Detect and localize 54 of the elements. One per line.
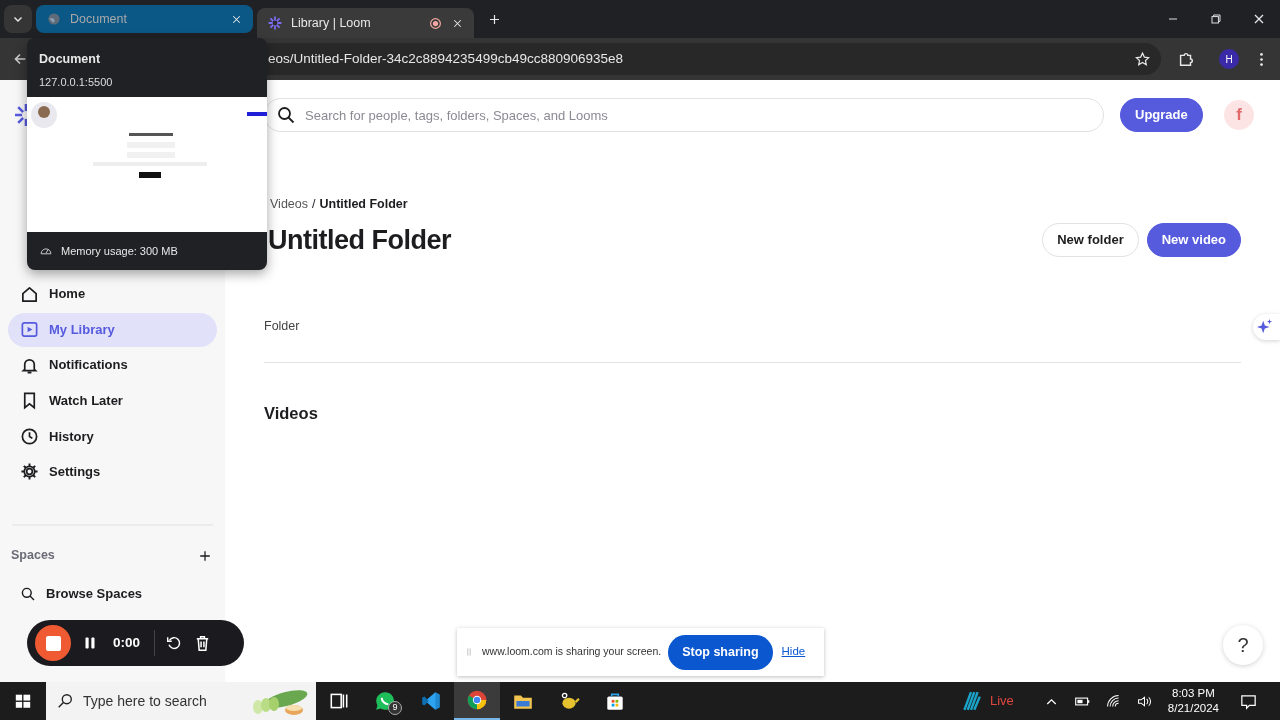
search-icon [56,692,74,710]
sidebar-item[interactable]: Watch Later [8,383,217,418]
browser-tab[interactable]: Library | Loom [257,8,474,38]
sidebar-item[interactable]: Notifications [8,348,217,383]
ai-assistant-button[interactable] [1253,314,1280,340]
search-icon [276,105,296,125]
hide-link[interactable]: Hide [781,643,806,661]
address-text[interactable]: eos/Untitled-Folder-34c2c8894235499cb49cc880906935e8 [268,48,623,70]
search-icon [20,585,36,602]
play-icon [20,320,39,340]
memory-text: Memory usage: 300 MB [61,243,178,259]
timer-text: 0:00 [113,633,141,652]
breadcrumb-separator: / [312,196,316,213]
puzzle-icon[interactable] [1177,50,1195,68]
count-badge: 9 [388,701,402,715]
windows-icon [14,692,32,710]
browser-icon [466,689,488,711]
new-video-button[interactable]: New video [1146,222,1241,257]
share-message: www.loom.com is sharing your screen. [482,644,662,660]
profile-avatar[interactable]: H [1219,49,1239,69]
taskbar-app-button[interactable]: 9 [362,682,408,720]
sidebar-item[interactable]: Home [8,277,217,311]
settings-icon [20,462,39,482]
sidebar-item[interactable]: My Library [8,312,217,347]
star-icon[interactable] [1134,50,1151,68]
taskbar-app-button[interactable] [454,682,500,720]
live-label[interactable]: Live [989,691,1014,711]
code-editor-icon [420,690,442,712]
breadcrumb-current: Untitled Folder [319,196,408,213]
url-text: 127.0.0.1:5500 [39,74,114,90]
taskbar-search-field[interactable]: Type here to search [46,682,316,720]
stop-button[interactable] [35,625,71,661]
stop-sharing-button[interactable]: Stop sharing [668,634,773,670]
clock-time[interactable]: 8:03 PM [1172,686,1215,701]
sidebar-item[interactable]: History [8,419,217,454]
wifi-icon[interactable] [1104,692,1122,710]
upgrade-button[interactable]: Upgrade [1120,98,1203,132]
clock-icon [20,426,39,446]
sunburst-icon [267,15,283,31]
breadcrumb-link[interactable]: Videos [270,195,308,214]
clock-date[interactable]: 8/21/2024 [1167,701,1219,716]
search-field[interactable]: Search for people, tags, folders, Spaces, and Looms [264,98,1104,132]
globe-icon [46,11,62,27]
section-heading: Videos [264,402,319,424]
page-title: Untitled Folder [267,223,451,256]
chat-icon [374,690,396,712]
tab-search-button[interactable] [4,5,32,33]
section-heading: Folder [264,317,301,335]
section-heading: Spaces [11,547,55,565]
home-icon [20,284,39,304]
card-title: Document [39,51,102,68]
new-folder-button[interactable]: New folder [1042,222,1139,257]
sidebar-item[interactable]: Settings [8,454,217,489]
sidebar-item[interactable]: Browse Spaces [8,576,217,611]
